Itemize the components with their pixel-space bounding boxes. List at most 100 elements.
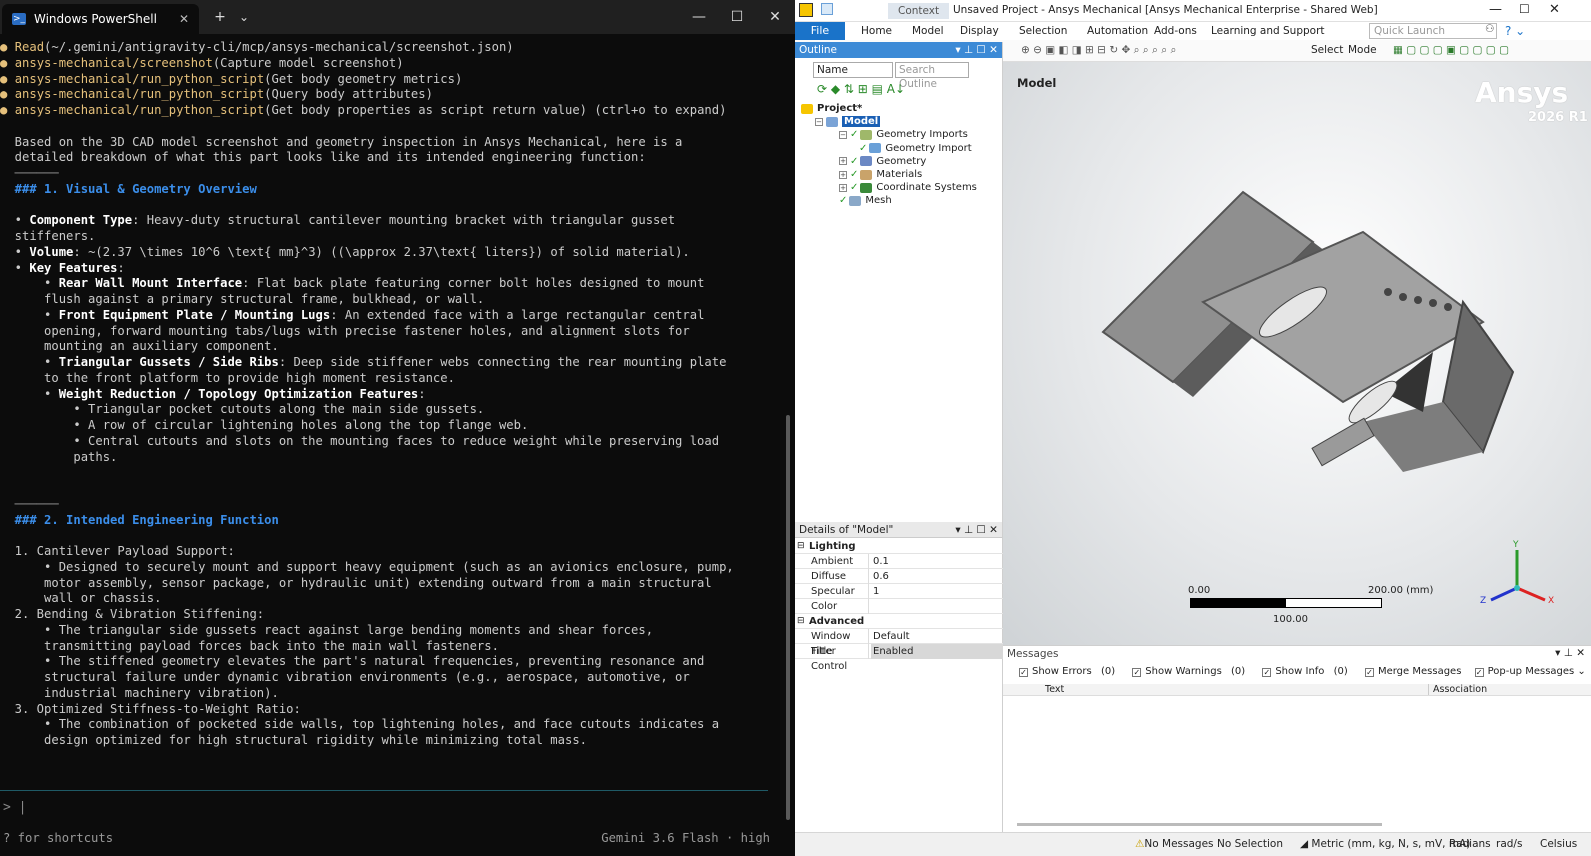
status-temp[interactable]: Celsius <box>1540 838 1577 850</box>
status-bar: ⚠No Messages No Selection ◢ Metric (mm, … <box>795 832 1591 856</box>
help-icon[interactable]: ? ⌄ <box>1505 24 1525 38</box>
prompt-input[interactable]: > | <box>0 793 780 825</box>
terminal-line: ● ansys-mechanical/run_python_script(Get… <box>0 72 462 88</box>
merge-messages-checkbox[interactable]: ✓ Merge Messages <box>1364 666 1461 677</box>
tab-dropdown-icon[interactable]: ⌄ <box>232 0 256 34</box>
tree-node-label: Materials <box>876 169 923 180</box>
messages-title: Messages <box>1007 648 1059 660</box>
outline-panel: Outline ▾ ⊥ ☐ ✕ Name Search Outline ⟳ ◆ … <box>795 42 1003 522</box>
tree-node[interactable]: ✓ Geometry Import <box>859 142 972 155</box>
ansys-close-button[interactable]: ✕ <box>1549 2 1560 17</box>
zoom-icons[interactable]: ⊕ ⊖ ▣ ◧ ◨ ⊞ ⊟ ↻ ✥ ⌕ ⌕ ⌕ ⌕ ⌕ <box>1021 44 1176 57</box>
user-icon[interactable]: ⚇ <box>1485 23 1494 35</box>
selection-filter-icons[interactable]: ▦ ▢ ▢ ▢ ▣ ▢ ▢ ▢ ▢ <box>1393 44 1509 56</box>
tree-node[interactable]: − ✓ Geometry Imports <box>839 128 968 141</box>
scale-bar <box>1190 598 1382 608</box>
terminal-scrollbar[interactable] <box>786 415 790 820</box>
details-row[interactable]: Filter Control Enabled <box>795 644 1003 672</box>
pane-controls-icon[interactable]: ▾ ⊥ ☐ ✕ <box>955 42 998 58</box>
tree-node[interactable]: Project* <box>801 102 862 115</box>
tree-node[interactable]: ✓ Mesh <box>839 194 892 207</box>
terminal-line: • Triangular Gussets / Side Ribs: Deep s… <box>0 355 727 369</box>
terminal-line: Based on the 3D CAD model screenshot and… <box>0 134 683 149</box>
ansys-minimize-button[interactable]: — <box>1489 2 1502 17</box>
terminal-tab[interactable]: >_ Windows PowerShell ✕ <box>2 4 199 34</box>
details-row[interactable]: Window Title Default <box>795 629 1003 657</box>
outline-search-input[interactable]: Search Outline <box>895 62 969 90</box>
ansys-maximize-button[interactable]: ☐ <box>1519 2 1530 16</box>
details-section[interactable]: ⊟ Advanced <box>795 614 1003 629</box>
terminal-line: ### 1. Visual & Geometry Overview <box>0 182 257 198</box>
details-row[interactable]: Specular 1 <box>795 584 1003 599</box>
messages-scrollbar[interactable] <box>1017 823 1382 826</box>
outline-tool-icons[interactable]: ⟳ ◆ ⇅ ⊞ ▤ A↓ <box>817 82 905 96</box>
details-row[interactable]: Ambient 0.1 <box>795 554 1003 569</box>
menu-home[interactable]: Home <box>857 22 896 40</box>
menu-model[interactable]: Model <box>908 22 948 40</box>
tree-node-icon <box>849 195 862 206</box>
mode-dropdown[interactable]: Mode <box>1348 44 1377 56</box>
popup-messages-checkbox[interactable]: ✓ Pop-up Messages ⌄ <box>1474 666 1586 677</box>
terminal-line: to the front platform to provide high mo… <box>0 370 455 385</box>
tree-node-icon <box>860 182 873 193</box>
bold-term: Key Features <box>29 260 118 275</box>
terminal-line: transmitting payload forces back into th… <box>0 638 499 653</box>
menu-automation[interactable]: Automation <box>1083 22 1152 40</box>
graphics-viewport[interactable]: Model Ansys 2026 R1 0.00 200.00 (mm) 100… <box>1003 62 1591 645</box>
status-rotation[interactable]: rad/s <box>1496 838 1522 850</box>
close-window-button[interactable]: ✕ <box>756 0 794 34</box>
terminal-line: • Key Features: <box>0 260 125 275</box>
status-units[interactable]: ◢ Metric (mm, kg, N, s, mV, mA) <box>1300 838 1470 850</box>
terminal-line: • Weight Reduction / Topology Optimizati… <box>0 386 426 401</box>
ribbon-menu: Home Model Display Selection Automation … <box>845 22 1591 40</box>
details-section[interactable]: ⊟ Lighting <box>795 539 1003 554</box>
show-errors-checkbox[interactable]: ✓ Show Errors <box>1019 666 1092 677</box>
tool-arg: (~/.gemini/antigravity-cli/mcp/ansys-mec… <box>44 40 514 54</box>
context-tab[interactable]: Context <box>888 3 950 19</box>
tree-node[interactable]: + ✓ Coordinate Systems <box>839 181 977 194</box>
status-angle[interactable]: Radians <box>1449 838 1491 850</box>
terminal-line: • The triangular side gussets react agai… <box>0 622 654 637</box>
col-association[interactable]: Association <box>1428 684 1487 695</box>
details-pane-controls-icon[interactable]: ▾ ⊥ ☐ ✕ <box>955 522 998 538</box>
details-panel: Details of "Model" ▾ ⊥ ☐ ✕ ⊟ Lighting Ambi… <box>795 522 1003 832</box>
menu-addons[interactable]: Add-ons <box>1150 22 1201 40</box>
col-text[interactable]: Text <box>1045 684 1064 695</box>
menu-selection[interactable]: Selection <box>1015 22 1071 40</box>
details-title: Details of "Model" <box>799 524 894 536</box>
tool-name: ansys-mechanical/run_python_script <box>14 87 265 102</box>
tree-node-icon <box>860 129 873 140</box>
maximize-button[interactable]: ☐ <box>718 0 756 34</box>
minimize-button[interactable]: — <box>680 0 718 34</box>
tree-node[interactable]: − Model <box>815 115 881 128</box>
outline-name-dropdown[interactable]: Name <box>813 62 893 78</box>
new-tab-button[interactable]: + <box>205 0 235 34</box>
terminal-line: ● ansys-mechanical/run_python_script(Que… <box>0 87 433 103</box>
select-button[interactable]: Select <box>1311 44 1343 56</box>
tree-node[interactable]: + ✓ Geometry <box>839 155 926 168</box>
show-info-checkbox[interactable]: ✓ Show Info <box>1262 666 1324 677</box>
scale-left-label: 0.00 <box>1188 585 1211 596</box>
file-menu[interactable]: File <box>795 22 845 40</box>
tree-node[interactable]: + ✓ Materials <box>839 168 922 181</box>
menu-display[interactable]: Display <box>956 22 1003 40</box>
details-row[interactable]: Color <box>795 599 1003 614</box>
details-row[interactable]: Diffuse 0.6 <box>795 569 1003 584</box>
terminal-line: 2. Bending & Vibration Stiffening: <box>0 607 265 621</box>
terminal-line: ────── <box>0 497 59 513</box>
error-count: (0) <box>1100 666 1116 677</box>
status-messages[interactable]: ⚠No Messages <box>1135 838 1214 850</box>
bold-term: Front Equipment Plate / Mounting Lugs <box>58 307 331 322</box>
show-warnings-checkbox[interactable]: ✓ Show Warnings <box>1132 666 1222 677</box>
terminal-line: • Component Type: Heavy-duty structural … <box>0 213 676 228</box>
save-icon[interactable] <box>821 3 833 15</box>
tool-arg: (Get body properties as script return va… <box>264 103 727 117</box>
quick-launch-input[interactable]: Quick Launch <box>1369 23 1497 39</box>
messages-pane-controls-icon[interactable]: ▾ ⊥ ✕ <box>1555 647 1585 659</box>
close-tab-icon[interactable]: ✕ <box>179 12 189 26</box>
shortcuts-hint: ? for shortcuts <box>3 831 114 845</box>
bracket-model[interactable] <box>1083 172 1543 472</box>
messages-panel: Messages ▾ ⊥ ✕ ✓ Show Errors (0) ✓ Show Wa… <box>1003 645 1591 832</box>
menu-learning[interactable]: Learning and Support <box>1207 22 1329 40</box>
status-dot-icon: ● <box>0 87 8 102</box>
